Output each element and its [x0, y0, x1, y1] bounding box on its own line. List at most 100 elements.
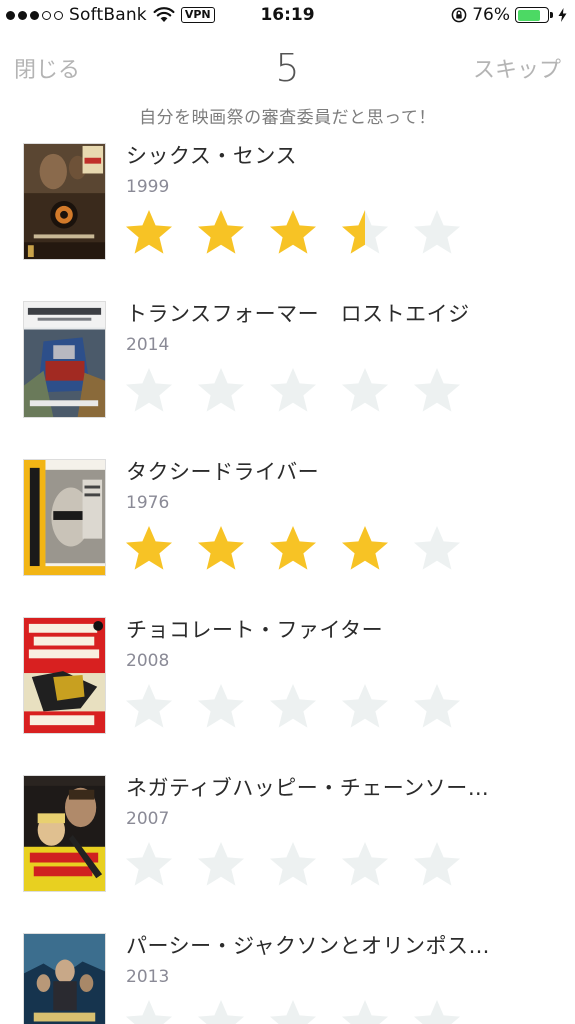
- charging-bolt-icon: [558, 8, 567, 22]
- star-shape: [126, 210, 172, 254]
- instruction-subtitle: 自分を映画祭の審査委員だと思って！: [139, 108, 436, 128]
- movie-title: タクシードライバー: [126, 460, 320, 484]
- star-empty-icon[interactable]: [340, 998, 390, 1024]
- star-rating: [124, 840, 462, 890]
- star-empty-icon[interactable]: [124, 682, 174, 732]
- star-shape: [342, 1000, 388, 1024]
- movie-row[interactable]: パーシー・ジャクソンとオリンポス… 2013: [0, 930, 575, 1024]
- star-empty-icon[interactable]: [412, 208, 462, 258]
- star-filled-icon[interactable]: [196, 524, 246, 574]
- star-empty-icon[interactable]: [412, 682, 462, 732]
- star-shape: [270, 210, 316, 254]
- star-shape: [270, 684, 316, 728]
- movie-title: トランスフォーマー ロストエイジ: [126, 302, 470, 326]
- star-shape: [126, 684, 172, 728]
- star-empty-icon[interactable]: [340, 366, 390, 416]
- battery-fill: [517, 9, 540, 21]
- rating-screen: SoftBank VPN 16:19 76% 閉じる 5 スキップ 自分を映画祭…: [0, 0, 575, 1024]
- star-empty-icon[interactable]: [196, 840, 246, 890]
- star-shape: [198, 210, 244, 254]
- movie-poster[interactable]: [23, 933, 106, 1024]
- star-rating: [124, 366, 462, 416]
- star-filled-icon[interactable]: [124, 208, 174, 258]
- star-filled-icon[interactable]: [124, 524, 174, 574]
- star-shape: [342, 368, 388, 412]
- movie-row[interactable]: シックス・センス 1999: [0, 140, 575, 270]
- poster-image-transformers: [24, 302, 105, 417]
- star-empty-icon[interactable]: [124, 998, 174, 1024]
- movie-row[interactable]: トランスフォーマー ロストエイジ 2014: [0, 298, 575, 428]
- star-filled-icon[interactable]: [268, 524, 318, 574]
- movie-row[interactable]: チョコレート・ファイター 2008: [0, 614, 575, 744]
- star-empty-icon[interactable]: [196, 366, 246, 416]
- movie-title: パーシー・ジャクソンとオリンポス…: [126, 934, 491, 958]
- battery-icon: [515, 7, 553, 23]
- star-empty-icon[interactable]: [340, 840, 390, 890]
- star-shape: [414, 1000, 460, 1024]
- status-bar: SoftBank VPN 16:19 76%: [0, 0, 575, 32]
- poster-image-sixth-sense: [24, 144, 105, 259]
- star-empty-icon[interactable]: [412, 840, 462, 890]
- status-right: 76%: [451, 5, 567, 25]
- star-empty-icon[interactable]: [268, 840, 318, 890]
- star-filled-icon[interactable]: [196, 208, 246, 258]
- star-shape: [270, 1000, 316, 1024]
- movie-poster[interactable]: [23, 143, 106, 260]
- star-filled-icon[interactable]: [340, 524, 390, 574]
- star-empty-icon[interactable]: [268, 682, 318, 732]
- movie-year: 1976: [126, 493, 170, 513]
- star-shape: [414, 210, 460, 254]
- star-shape: [414, 684, 460, 728]
- star-empty-icon[interactable]: [196, 998, 246, 1024]
- star-empty-icon[interactable]: [340, 682, 390, 732]
- movie-poster[interactable]: [23, 459, 106, 576]
- movie-year: 1999: [126, 177, 170, 197]
- rotation-lock-icon: [451, 7, 467, 23]
- star-filled-icon[interactable]: [268, 208, 318, 258]
- star-shape: [198, 684, 244, 728]
- movie-poster[interactable]: [23, 301, 106, 418]
- star-shape: [270, 526, 316, 570]
- poster-image-chocolate-fighter: [24, 618, 105, 733]
- star-empty-icon[interactable]: [412, 524, 462, 574]
- star-empty-icon[interactable]: [268, 998, 318, 1024]
- star-shape: [270, 842, 316, 886]
- star-empty-icon[interactable]: [412, 366, 462, 416]
- movie-poster[interactable]: [23, 617, 106, 734]
- star-empty-icon[interactable]: [124, 840, 174, 890]
- star-shape: [198, 526, 244, 570]
- skip-button[interactable]: スキップ: [473, 52, 561, 84]
- poster-image-percy-jackson: [24, 934, 105, 1024]
- star-rating: [124, 998, 462, 1024]
- movie-year: 2008: [126, 651, 170, 671]
- star-shape: [198, 1000, 244, 1024]
- star-shape: [414, 526, 460, 570]
- star-shape: [414, 842, 460, 886]
- star-shape: [342, 210, 388, 254]
- star-half-icon[interactable]: [340, 208, 390, 258]
- star-shape: [342, 842, 388, 886]
- movie-poster[interactable]: [23, 775, 106, 892]
- star-empty-icon[interactable]: [124, 366, 174, 416]
- movie-row[interactable]: ネガティブハッピー・チェーンソー… 2007: [0, 772, 575, 902]
- star-shape: [342, 526, 388, 570]
- star-shape: [126, 368, 172, 412]
- star-empty-icon[interactable]: [268, 366, 318, 416]
- star-shape: [198, 368, 244, 412]
- movie-title: チョコレート・ファイター: [126, 618, 384, 642]
- star-empty-icon[interactable]: [412, 998, 462, 1024]
- star-rating: [124, 524, 462, 574]
- battery-tip: [550, 12, 553, 18]
- movie-row[interactable]: タクシードライバー 1976: [0, 456, 575, 586]
- star-rating: [124, 682, 462, 732]
- star-shape: [270, 368, 316, 412]
- poster-image-negative-happy-chainsaw: [24, 776, 105, 891]
- movie-year: 2013: [126, 967, 170, 987]
- star-empty-icon[interactable]: [196, 682, 246, 732]
- movie-year: 2007: [126, 809, 170, 829]
- star-rating: [124, 208, 462, 258]
- battery-body: [515, 7, 549, 23]
- star-shape: [414, 368, 460, 412]
- nav-bar: 閉じる 5 スキップ: [0, 40, 575, 96]
- poster-image-taxi-driver: [24, 460, 105, 575]
